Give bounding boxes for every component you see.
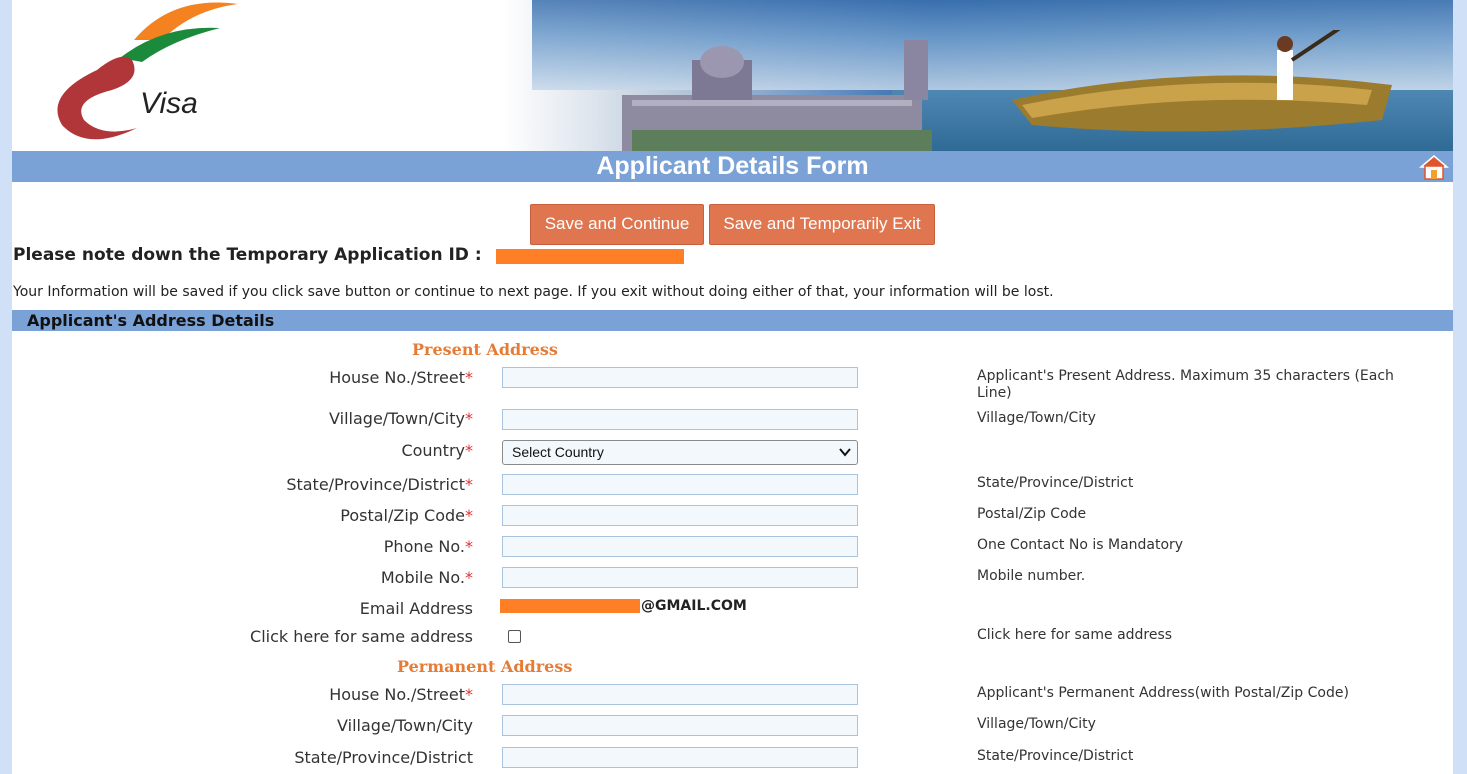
permanent-house-help: Applicant's Permanent Address(with Posta… xyxy=(977,685,1349,701)
permanent-state-help: State/Province/District xyxy=(977,748,1134,764)
same-address-help: Click here for same address xyxy=(977,627,1173,643)
save-and-continue-button[interactable]: Save and Continue xyxy=(530,204,704,245)
present-country-label: Country* xyxy=(401,441,473,460)
present-mobile-help: Mobile number. xyxy=(977,568,1086,584)
page-title: Applicant Details Form xyxy=(596,152,869,180)
permanent-village-help: Village/Town/City xyxy=(977,716,1096,732)
present-village-help: Village/Town/City xyxy=(977,410,1096,426)
permanent-state-label: State/Province/District xyxy=(294,748,473,767)
permanent-state-input[interactable] xyxy=(502,747,858,768)
same-address-checkbox[interactable] xyxy=(508,630,521,643)
present-postal-input[interactable] xyxy=(502,505,858,526)
save-and-exit-button[interactable]: Save and Temporarily Exit xyxy=(709,204,935,245)
present-house-input[interactable] xyxy=(502,367,858,388)
permanent-village-input[interactable] xyxy=(502,715,858,736)
page: Visa Applicant Details Form Save and Con… xyxy=(12,0,1453,774)
present-state-help: State/Province/District xyxy=(977,475,1134,491)
houseboat-image xyxy=(1012,30,1392,132)
header-banner: Visa xyxy=(12,0,1453,152)
present-house-help: Applicant's Present Address. Maximum 35 … xyxy=(977,368,1394,401)
present-village-input[interactable] xyxy=(502,409,858,430)
present-village-label: Village/Town/City* xyxy=(329,409,473,428)
country-selected-value: Select Country xyxy=(512,444,604,460)
parliament-building-image xyxy=(622,40,932,152)
save-info-text: Your Information will be saved if you cl… xyxy=(13,284,1054,300)
email-domain: @GMAIL.COM xyxy=(641,598,747,614)
present-state-input[interactable] xyxy=(502,474,858,495)
form-title-bar: Applicant Details Form xyxy=(12,151,1453,182)
present-house-label: House No./Street* xyxy=(329,368,473,387)
svg-text:Visa: Visa xyxy=(140,87,198,120)
present-phone-help: One Contact No is Mandatory xyxy=(977,537,1184,553)
present-address-heading: Present Address xyxy=(412,340,558,359)
redacted-application-id xyxy=(496,249,684,264)
same-address-label: Click here for same address xyxy=(250,627,473,646)
temporary-id-label: Please note down the Temporary Applicati… xyxy=(13,245,482,265)
chevron-down-icon xyxy=(839,448,851,457)
present-phone-input[interactable] xyxy=(502,536,858,557)
email-label: Email Address xyxy=(359,599,473,618)
present-state-label: State/Province/District* xyxy=(286,475,473,494)
present-mobile-label: Mobile No.* xyxy=(380,568,473,587)
permanent-village-label: Village/Town/City xyxy=(337,716,473,735)
address-section-header: Applicant's Address Details xyxy=(12,310,1453,331)
home-icon[interactable] xyxy=(1419,154,1449,180)
permanent-address-heading: Permanent Address xyxy=(397,657,573,676)
present-postal-label: Postal/Zip Code* xyxy=(340,506,473,525)
evisa-logo: Visa xyxy=(57,2,238,140)
redacted-email-user xyxy=(500,599,640,613)
present-phone-label: Phone No.* xyxy=(383,537,473,556)
permanent-house-label: House No./Street* xyxy=(329,685,473,704)
permanent-house-input[interactable] xyxy=(502,684,858,705)
section-title: Applicant's Address Details xyxy=(27,311,275,330)
present-postal-help: Postal/Zip Code xyxy=(977,506,1087,522)
present-mobile-input[interactable] xyxy=(502,567,858,588)
present-country-select[interactable]: Select Country xyxy=(502,440,858,465)
